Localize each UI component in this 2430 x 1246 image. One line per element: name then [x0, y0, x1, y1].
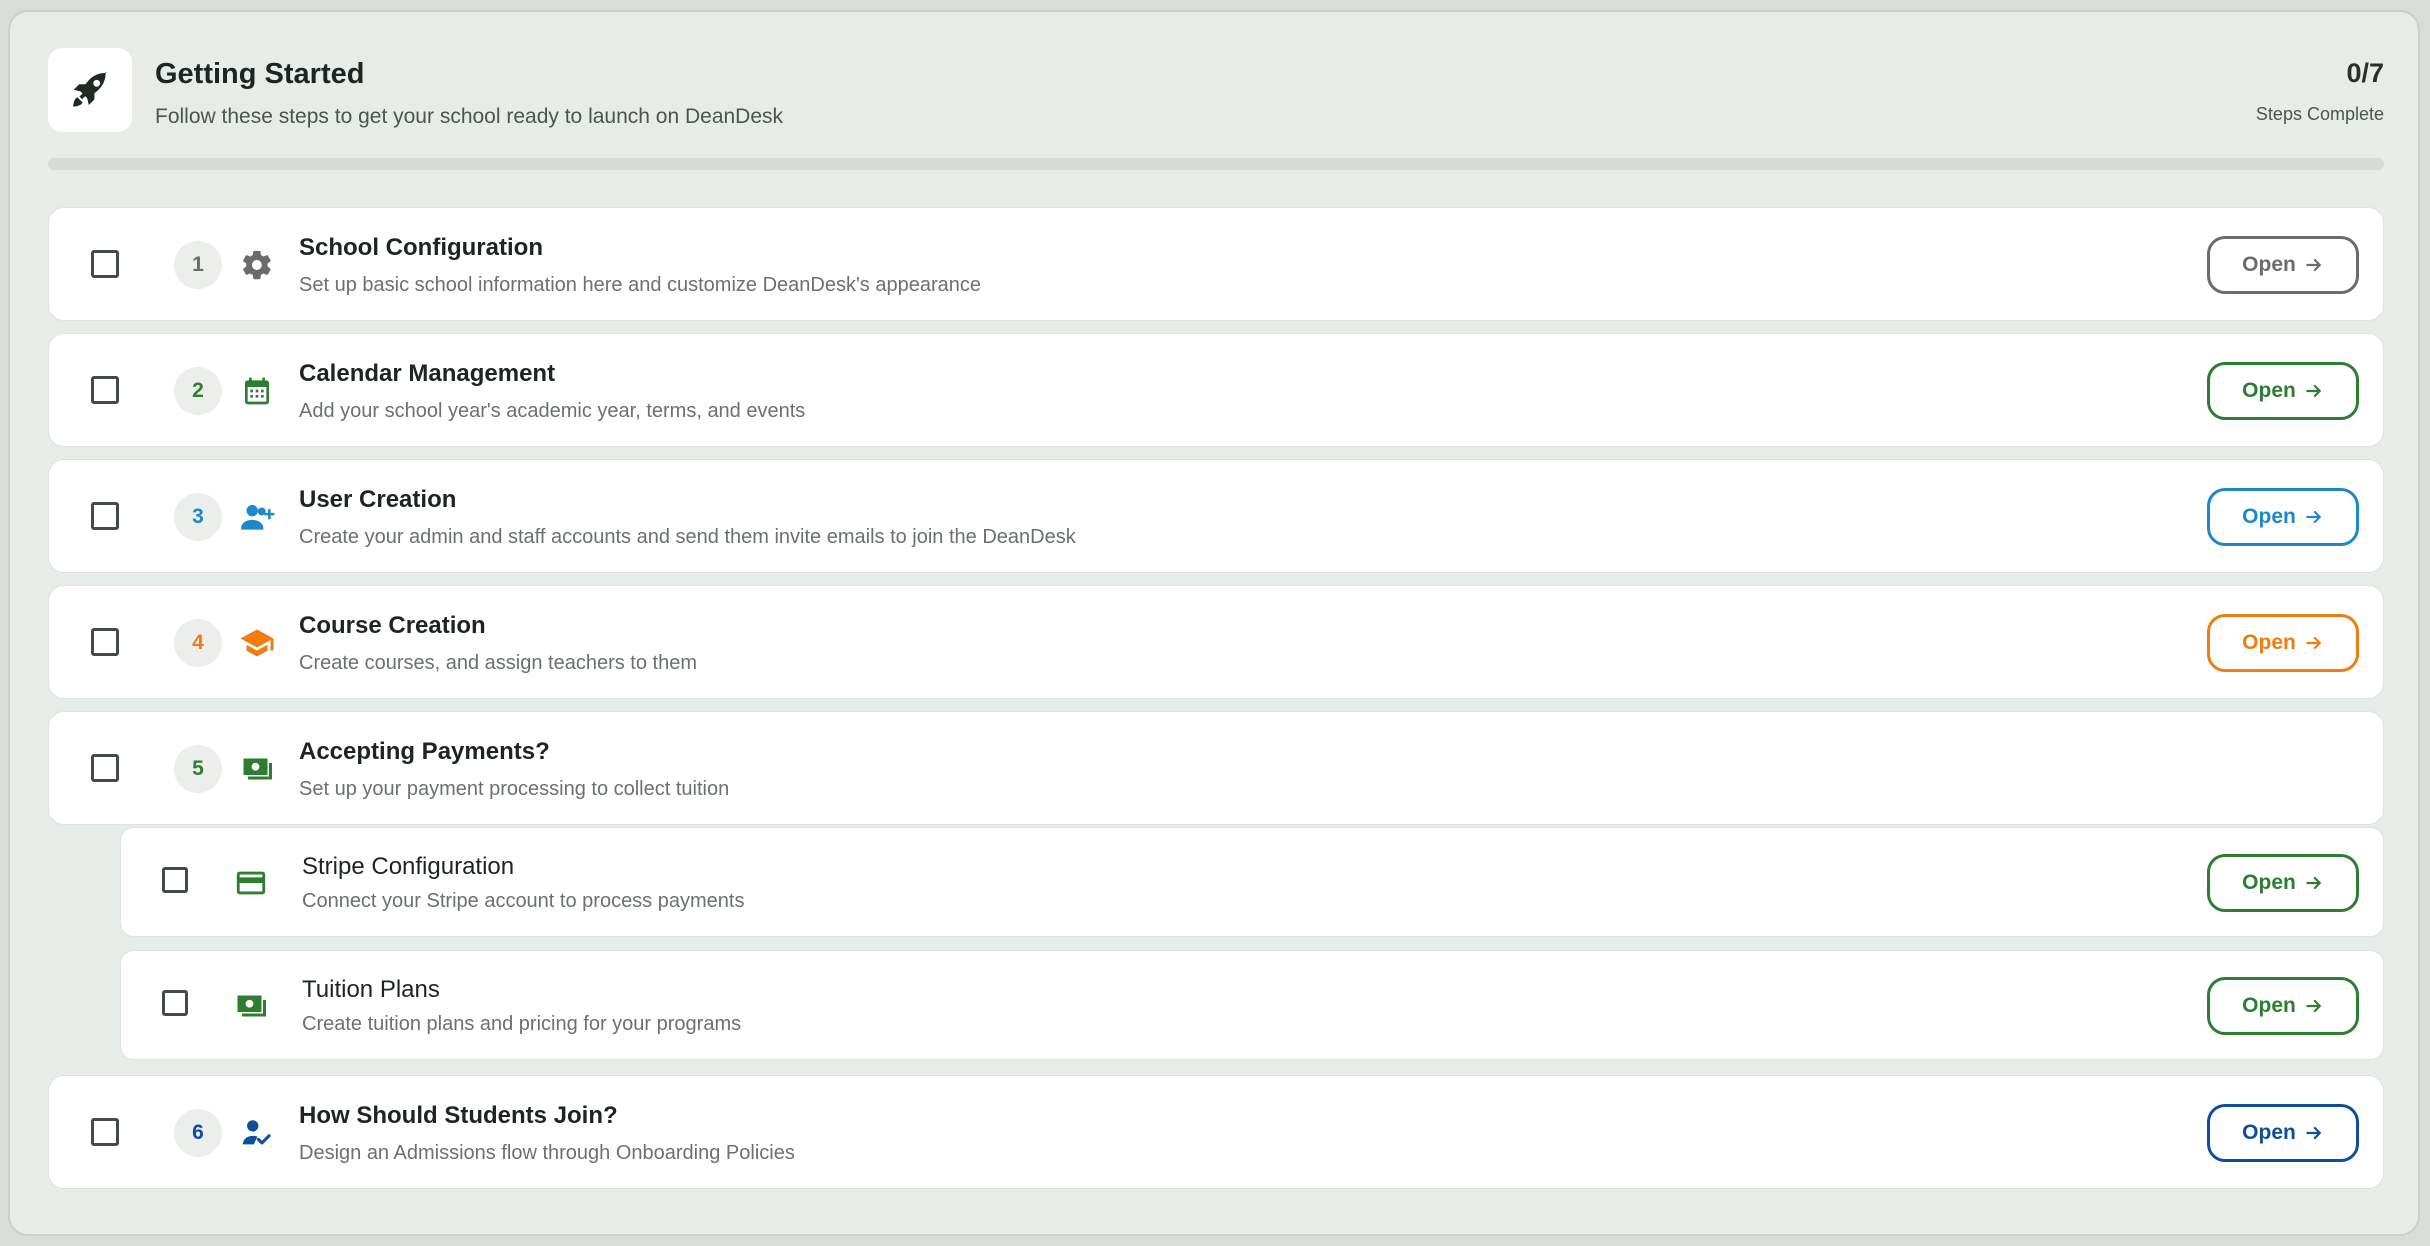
open-button-calendar-management[interactable]: Open — [2207, 362, 2359, 420]
step-description: Add your school year's academic year, te… — [299, 400, 806, 422]
logo-box — [48, 48, 132, 132]
step-description: Create your admin and staff accounts and… — [299, 526, 1076, 548]
substep-checkbox[interactable] — [162, 990, 188, 1016]
substep-stripe-configuration: Stripe Configuration Connect your Stripe… — [120, 827, 2384, 937]
step-description: Design an Admissions flow through Onboar… — [299, 1142, 795, 1164]
step-calendar-management: 2 Calendar Management Add your school ye… — [48, 333, 2384, 447]
steps-count: 0/7 — [2346, 58, 2384, 88]
open-button-label: Open — [2242, 379, 2296, 402]
step-user-creation: 3 User Creation Create your admin and st… — [48, 459, 2384, 573]
arrow-right-icon — [2306, 384, 2321, 398]
step-number: 5 — [174, 745, 222, 793]
step-description: Create courses, and assign teachers to t… — [299, 652, 697, 674]
add-users-icon — [237, 497, 277, 537]
step-title: How Should Students Join? — [299, 1102, 618, 1129]
substep-title: Stripe Configuration — [302, 853, 515, 880]
step-number: 4 — [174, 619, 222, 667]
step-number: 2 — [174, 367, 222, 415]
page-title: Getting Started — [155, 58, 365, 90]
step-checkbox[interactable] — [91, 250, 119, 278]
open-button-label: Open — [2242, 871, 2296, 894]
substep-tuition-plans: Tuition Plans Create tuition plans and p… — [120, 950, 2384, 1060]
money-icon — [231, 986, 271, 1026]
person-check-icon — [237, 1113, 277, 1153]
step-description: Set up your payment processing to collec… — [299, 778, 730, 800]
substep-description: Connect your Stripe account to process p… — [302, 890, 745, 912]
step-checkbox[interactable] — [91, 754, 119, 782]
credit-card-icon — [231, 863, 271, 903]
step-checkbox[interactable] — [91, 628, 119, 656]
arrow-right-icon — [2306, 258, 2321, 272]
step-checkbox[interactable] — [91, 376, 119, 404]
arrow-right-icon — [2306, 510, 2321, 524]
open-button-label: Open — [2242, 1121, 2296, 1144]
open-button-tuition-plans[interactable]: Open — [2207, 977, 2359, 1035]
gear-icon — [237, 245, 277, 285]
header: Getting Started Follow these steps to ge… — [10, 12, 2418, 162]
open-button-label: Open — [2242, 253, 2296, 276]
step-title: School Configuration — [299, 234, 543, 261]
step-checkbox[interactable] — [91, 1118, 119, 1146]
step-number: 1 — [174, 241, 222, 289]
step-course-creation: 4 Course Creation Create courses, and as… — [48, 585, 2384, 699]
step-description: Set up basic school information here and… — [299, 274, 981, 296]
open-button-user-creation[interactable]: Open — [2207, 488, 2359, 546]
page-subtitle: Follow these steps to get your school re… — [155, 105, 784, 128]
open-button-label: Open — [2242, 505, 2296, 528]
calendar-icon — [237, 371, 277, 411]
open-button-label: Open — [2242, 994, 2296, 1017]
arrow-right-icon — [2306, 999, 2321, 1013]
arrow-right-icon — [2306, 636, 2321, 650]
step-title: Calendar Management — [299, 360, 556, 387]
step-school-configuration: 1 School Configuration Set up basic scho… — [48, 207, 2384, 321]
money-icon — [237, 749, 277, 789]
open-button-label: Open — [2242, 631, 2296, 654]
step-accepting-payments: 5 Accepting Payments? Set up your paymen… — [48, 711, 2384, 825]
step-number: 6 — [174, 1109, 222, 1157]
arrow-right-icon — [2306, 876, 2321, 890]
step-checkbox[interactable] — [91, 502, 119, 530]
substep-title: Tuition Plans — [302, 976, 440, 1003]
progress-bar — [48, 158, 2384, 170]
step-title: User Creation — [299, 486, 457, 513]
rocket-icon — [73, 71, 107, 107]
step-how-students-join: 6 How Should Students Join? Design an Ad… — [48, 1075, 2384, 1189]
substep-checkbox[interactable] — [162, 867, 188, 893]
graduation-cap-icon — [237, 623, 277, 663]
arrow-right-icon — [2306, 1126, 2321, 1140]
step-title: Accepting Payments? — [299, 738, 550, 765]
open-button-course-creation[interactable]: Open — [2207, 614, 2359, 672]
substep-description: Create tuition plans and pricing for you… — [302, 1013, 742, 1035]
steps-count-label: Steps Complete — [2255, 104, 2384, 124]
step-title: Course Creation — [299, 612, 486, 639]
open-button-how-students-join[interactable]: Open — [2207, 1104, 2359, 1162]
open-button-stripe-configuration[interactable]: Open — [2207, 854, 2359, 912]
step-number: 3 — [174, 493, 222, 541]
open-button-school-configuration[interactable]: Open — [2207, 236, 2359, 294]
getting-started-panel: Getting Started Follow these steps to ge… — [8, 10, 2420, 1236]
